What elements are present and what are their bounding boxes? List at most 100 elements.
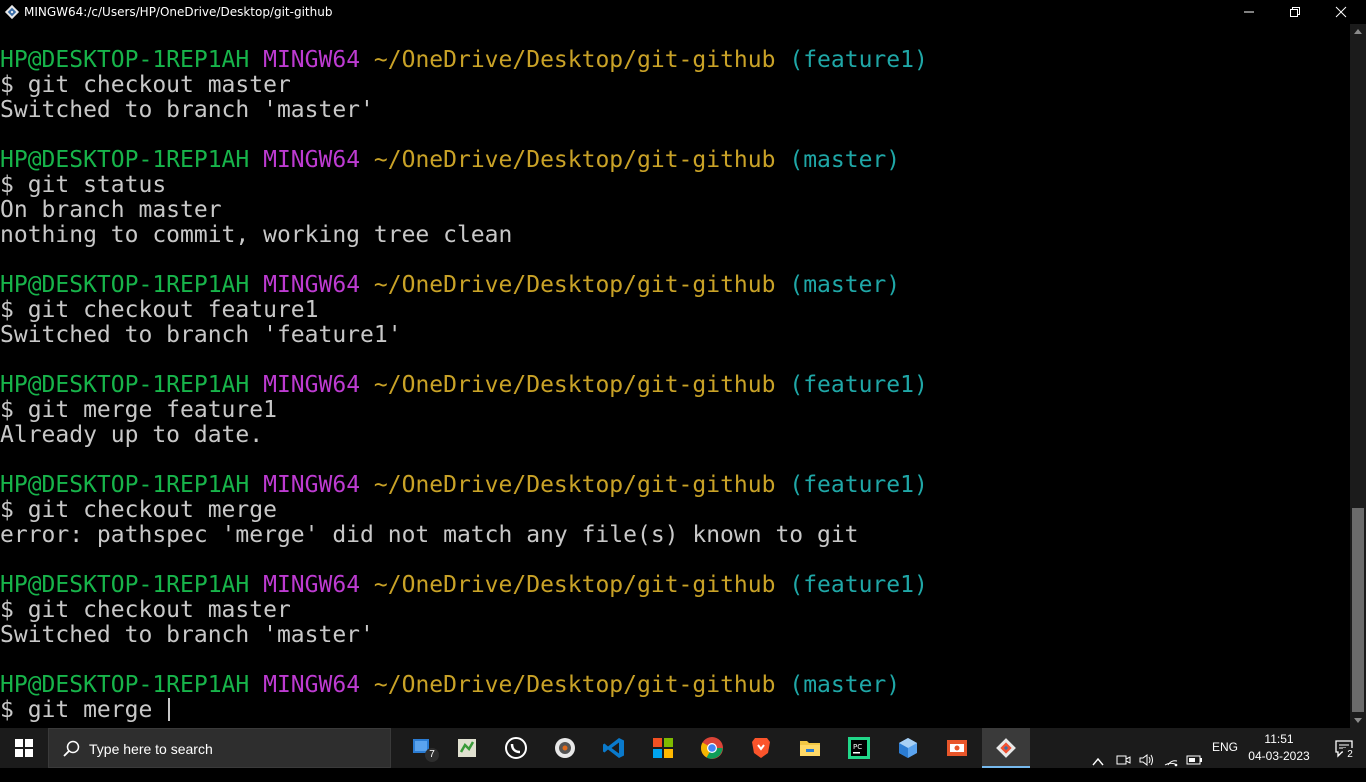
minimize-icon — [1244, 11, 1254, 13]
svg-text:PC: PC — [853, 743, 862, 751]
scrollbar-thumb[interactable] — [1352, 508, 1364, 712]
taskbar-presentation-app[interactable] — [933, 728, 981, 768]
folder-icon — [800, 741, 820, 756]
taskbar: Type here to search 7 PC ENG 11:51 04-03… — [0, 728, 1366, 768]
prompt-user: HP@DESKTOP-1REP1AH — [0, 272, 250, 298]
prompt-line: HP@DESKTOP-1REP1AH MINGW64 ~/OneDrive/De… — [0, 148, 1350, 173]
pycharm-icon: PC — [848, 737, 870, 759]
prompt-line: HP@DESKTOP-1REP1AH MINGW64 ~/OneDrive/De… — [0, 673, 1350, 698]
restore-icon — [1290, 7, 1300, 17]
minimize-button[interactable] — [1226, 0, 1272, 24]
start-button[interactable] — [0, 728, 48, 768]
taskbar-vscode[interactable] — [590, 728, 638, 768]
whatsapp-icon — [505, 737, 527, 759]
prompt-system: MINGW64 — [263, 272, 361, 298]
prompt-system: MINGW64 — [263, 147, 361, 173]
prompt-user: HP@DESKTOP-1REP1AH — [0, 147, 250, 173]
scroll-down-arrow-icon[interactable] — [1353, 715, 1363, 725]
prompt-system: MINGW64 — [263, 372, 361, 398]
show-hidden-icons-chevron-icon[interactable] — [1092, 742, 1104, 782]
prompt-path: ~/OneDrive/Desktop/git-github — [373, 372, 776, 398]
command-line: $ git checkout master — [0, 73, 1350, 98]
taskbar-microsoft-store[interactable] — [639, 728, 687, 768]
scroll-up-arrow-icon[interactable] — [1353, 27, 1363, 37]
prompt-system: MINGW64 — [263, 472, 361, 498]
output-line: error: pathspec 'merge' did not match an… — [0, 522, 859, 548]
battery-icon[interactable] — [1186, 740, 1204, 780]
prompt-path: ~/OneDrive/Desktop/git-github — [373, 472, 776, 498]
prompt-branch: (master) — [789, 147, 901, 173]
notepad-icon — [458, 739, 476, 757]
clock-time: 11:51 — [1264, 732, 1294, 746]
command-text: $ git checkout master — [0, 72, 291, 98]
command-text: $ git status — [0, 172, 167, 198]
task-view-badge: 7 — [425, 748, 439, 762]
output-line: Switched to branch 'master' — [0, 97, 374, 123]
git-bash-taskbar-icon — [996, 738, 1016, 758]
chrome-icon — [701, 737, 723, 759]
command-line: $ git checkout feature1 — [0, 298, 1350, 323]
prompt-line: HP@DESKTOP-1REP1AH MINGW64 ~/OneDrive/De… — [0, 573, 1350, 598]
prompt-branch: (feature1) — [789, 372, 928, 398]
taskbar-media-player[interactable] — [541, 728, 589, 768]
restore-button[interactable] — [1272, 0, 1318, 24]
output-line: Already up to date. — [0, 422, 264, 448]
close-icon — [1335, 6, 1347, 18]
prompt-line: HP@DESKTOP-1REP1AH MINGW64 ~/OneDrive/De… — [0, 48, 1350, 73]
text-cursor — [168, 698, 171, 721]
taskbar-notepad-plus[interactable] — [443, 728, 491, 768]
vertical-scrollbar[interactable] — [1350, 24, 1366, 728]
git-bash-icon — [4, 4, 20, 20]
prompt-branch: (feature1) — [789, 472, 928, 498]
command-text: $ git merge — [0, 697, 167, 723]
prompt-user: HP@DESKTOP-1REP1AH — [0, 48, 250, 73]
prompt-path: ~/OneDrive/Desktop/git-github — [373, 48, 776, 73]
taskbar-brave[interactable] — [737, 728, 785, 768]
taskbar-search-box[interactable]: Type here to search — [48, 728, 391, 768]
prompt-system: MINGW64 — [263, 672, 361, 698]
input-language-indicator[interactable]: ENG — [1212, 740, 1238, 754]
prompt-branch: (feature1) — [789, 572, 928, 598]
notification-center-button[interactable]: 2 — [1320, 728, 1366, 768]
media-player-icon — [555, 738, 575, 758]
prompt-path: ~/OneDrive/Desktop/git-github — [373, 272, 776, 298]
command-line: $ git merge — [0, 698, 1350, 723]
command-text: $ git merge feature1 — [0, 397, 277, 423]
title-bar: MINGW64:/c/Users/HP/OneDrive/Desktop/git… — [0, 0, 1366, 24]
volume-icon[interactable] — [1138, 740, 1154, 780]
search-icon — [63, 740, 80, 757]
prompt-line: HP@DESKTOP-1REP1AH MINGW64 ~/OneDrive/De… — [0, 373, 1350, 398]
output-line: Switched to branch 'master' — [0, 622, 374, 648]
prompt-system: MINGW64 — [263, 48, 361, 73]
command-text: $ git checkout master — [0, 597, 291, 623]
command-text: $ git checkout merge — [0, 497, 277, 523]
taskbar-whatsapp[interactable] — [492, 728, 540, 768]
vscode-icon — [603, 738, 624, 758]
command-line: $ git status — [0, 173, 1350, 198]
taskbar-file-explorer[interactable] — [786, 728, 834, 768]
taskbar-pycharm[interactable]: PC — [835, 728, 883, 768]
meet-now-icon[interactable] — [1115, 740, 1131, 780]
taskbar-chrome[interactable] — [688, 728, 736, 768]
search-placeholder: Type here to search — [89, 741, 213, 757]
command-line: $ git checkout master — [0, 598, 1350, 623]
prompt-path: ~/OneDrive/Desktop/git-github — [373, 572, 776, 598]
command-line: $ git checkout merge — [0, 498, 1350, 523]
taskbar-git-bash[interactable] — [982, 728, 1030, 768]
presentation-icon — [947, 740, 967, 756]
prompt-user: HP@DESKTOP-1REP1AH — [0, 572, 250, 598]
taskbar-task-view[interactable]: 7 — [399, 728, 447, 768]
prompt-user: HP@DESKTOP-1REP1AH — [0, 472, 250, 498]
prompt-user: HP@DESKTOP-1REP1AH — [0, 672, 250, 698]
close-button[interactable] — [1318, 0, 1364, 24]
taskbar-3d-app[interactable] — [884, 728, 932, 768]
taskbar-clock[interactable]: 11:51 04-03-2023 — [1244, 731, 1314, 765]
terminal-output[interactable]: HP@DESKTOP-1REP1AH MINGW64 ~/OneDrive/De… — [0, 48, 1350, 728]
windows-logo-icon — [15, 739, 33, 757]
wifi-icon[interactable] — [1163, 740, 1179, 780]
command-text: $ git checkout feature1 — [0, 297, 319, 323]
